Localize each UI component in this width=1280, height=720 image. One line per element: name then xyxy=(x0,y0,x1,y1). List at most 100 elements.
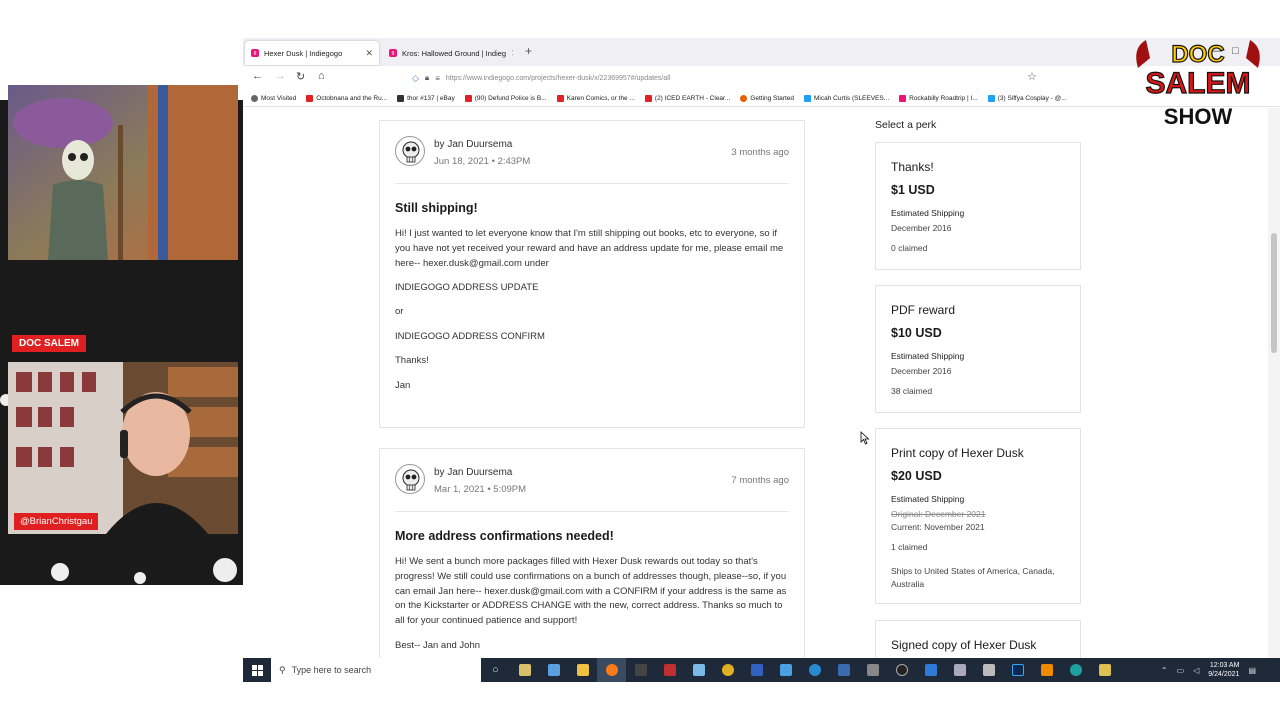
app-icon[interactable] xyxy=(858,658,887,682)
page-content: by Jan Duursema Jun 18, 2021 • 2:43PM 3 … xyxy=(243,108,1280,658)
ebay-icon xyxy=(397,94,405,102)
svg-text:DOC: DOC xyxy=(1171,41,1224,68)
vlc-icon[interactable] xyxy=(1032,658,1061,682)
bookmark-item[interactable]: (3) Siffya Cosplay - @... xyxy=(987,94,1067,102)
update-title[interactable]: Still shipping! xyxy=(395,201,478,215)
taskbar: ⚲ Type here to search ○ ⌃ ▭ ◁ 12:03 AM 9… xyxy=(243,658,1280,682)
edge-legacy-icon[interactable] xyxy=(539,658,568,682)
app-icon[interactable] xyxy=(829,658,858,682)
perk-title: Thanks! xyxy=(891,160,934,174)
search-icon: ⚲ xyxy=(279,664,286,675)
update-title[interactable]: More address confirmations needed! xyxy=(395,529,614,543)
network-icon[interactable]: ▭ xyxy=(1177,666,1185,675)
file-explorer-icon[interactable] xyxy=(568,658,597,682)
update-paragraph: INDIEGOGO ADDRESS UPDATE xyxy=(395,282,539,293)
app-icon[interactable] xyxy=(945,658,974,682)
webcam-feed xyxy=(8,362,238,534)
svg-text:SHOW: SHOW xyxy=(1164,104,1233,129)
obs-icon[interactable] xyxy=(887,658,916,682)
perk-card-print[interactable]: Print copy of Hexer Dusk $20 USD Estimat… xyxy=(875,428,1081,604)
avatar[interactable] xyxy=(395,136,425,166)
bookmark-item[interactable]: (90) Defund Police is B... xyxy=(464,94,547,102)
chrome-icon[interactable] xyxy=(713,658,742,682)
firefox-icon[interactable] xyxy=(597,658,626,682)
reload-icon[interactable]: ↻ xyxy=(296,70,305,83)
chevron-up-icon[interactable]: ⌃ xyxy=(1161,666,1168,675)
forward-icon[interactable]: → xyxy=(275,70,286,82)
notes-app-icon[interactable] xyxy=(684,658,713,682)
bookmark-item[interactable]: Octobnana and the Ru... xyxy=(306,94,387,102)
update-paragraph: Jan xyxy=(395,380,411,391)
indiegogo-icon: g xyxy=(251,49,259,57)
windows-start-icon[interactable] xyxy=(243,658,271,682)
update-paragraph: Best-- Jan and John xyxy=(395,640,481,651)
update-date: Jun 18, 2021 • 2:43PM xyxy=(434,156,531,167)
app-icon[interactable] xyxy=(771,658,800,682)
system-tray: ⌃ ▭ ◁ 12:03 AM 9/24/2021 ▤ xyxy=(1161,658,1256,682)
bookmark-item[interactable]: (2) ICED EARTH - Clear... xyxy=(644,94,730,102)
capture-app-icon[interactable] xyxy=(655,658,684,682)
back-icon[interactable]: ← xyxy=(252,70,263,82)
mail-icon[interactable] xyxy=(916,658,945,682)
update-author[interactable]: by Jan Duursema xyxy=(434,139,512,150)
search-placeholder: Type here to search xyxy=(291,665,372,675)
youtube-icon xyxy=(556,94,564,102)
tab-bar: g Hexer Dusk | Indiegogo ✕ g Kros: Hallo… xyxy=(243,38,1280,66)
bookmark-item[interactable]: Karen Comics, or the ... xyxy=(556,94,635,102)
youtube-icon xyxy=(644,94,652,102)
update-author[interactable]: by Jan Duursema xyxy=(434,467,512,478)
divider xyxy=(395,511,789,512)
url-bar[interactable]: ◇ 🔒︎ ≡ https://www.indiegogo.com/project… xyxy=(408,69,1048,87)
task-view-icon[interactable] xyxy=(510,658,539,682)
tab-kros[interactable]: g Kros: Hallowed Ground | Indieg ✕ xyxy=(383,41,513,65)
clock[interactable]: 12:03 AM 9/24/2021 xyxy=(1208,661,1239,679)
notifications-icon[interactable]: ▤ xyxy=(1248,666,1256,675)
edge-icon[interactable] xyxy=(1061,658,1090,682)
bookmark-item[interactable]: Micah Curtis (SLEEVES... xyxy=(804,94,889,102)
update-age: 7 months ago xyxy=(731,475,789,486)
new-tab-icon[interactable]: + xyxy=(525,44,532,58)
photoshop-icon[interactable] xyxy=(1003,658,1032,682)
update-paragraph: or xyxy=(395,306,404,317)
url-text: https://www.indiegogo.com/projects/hexer… xyxy=(445,74,671,82)
update-paragraph: Hi! We sent a bunch more packages filled… xyxy=(395,556,787,627)
close-tab-icon[interactable]: ✕ xyxy=(511,48,513,59)
shield-icon: ◇ xyxy=(412,72,419,83)
bookmark-star-icon[interactable]: ☆ xyxy=(1027,70,1037,83)
close-tab-icon[interactable]: ✕ xyxy=(365,48,373,59)
perk-claimed: 1 claimed xyxy=(891,542,928,552)
scrollbar[interactable] xyxy=(1268,108,1280,658)
app-icon[interactable] xyxy=(1090,658,1119,682)
cortana-icon[interactable]: ○ xyxy=(481,658,510,682)
handle-badge: @BrianChristgau xyxy=(14,513,99,530)
svg-text:SALEM: SALEM xyxy=(1146,67,1251,100)
clock-date: 9/24/2021 xyxy=(1208,671,1240,678)
perk-shipping-date: December 2016 xyxy=(891,366,952,376)
bookmark-item[interactable]: thor #137 | eBay xyxy=(397,94,455,102)
indiegogo-icon xyxy=(899,94,907,102)
skull-icon xyxy=(402,141,420,163)
app-icon[interactable] xyxy=(800,658,829,682)
update-paragraph: INDIEGOGO ADDRESS CONFIRM xyxy=(395,331,545,342)
volume-icon[interactable]: ◁ xyxy=(1193,666,1199,675)
scrollbar-thumb[interactable] xyxy=(1271,233,1277,353)
perk-card-signed[interactable]: Signed copy of Hexer Dusk xyxy=(875,620,1081,658)
bookmark-item[interactable]: Getting Started xyxy=(740,94,794,102)
youtube-icon xyxy=(464,94,472,102)
bookmark-item[interactable]: Rockabilly Roadtrip | I... xyxy=(899,94,978,102)
app-icon[interactable] xyxy=(974,658,1003,682)
app-icon[interactable] xyxy=(742,658,771,682)
home-icon[interactable]: ⌂ xyxy=(318,70,325,82)
taskbar-search-input[interactable]: ⚲ Type here to search xyxy=(271,658,481,682)
bookmarks-toolbar: Most Visited Octobnana and the Ru... tho… xyxy=(243,90,1280,107)
perk-current-shipping: Current: November 2021 xyxy=(891,522,985,532)
perk-card-pdf[interactable]: PDF reward $10 USD Estimated Shipping De… xyxy=(875,285,1081,413)
perk-card-thanks[interactable]: Thanks! $1 USD Estimated Shipping Decemb… xyxy=(875,142,1081,270)
perk-title: Signed copy of Hexer Dusk xyxy=(891,638,1037,652)
avatar[interactable] xyxy=(395,464,425,494)
doc-salem-show-logo: DOC SALEM SHOW xyxy=(1136,40,1260,129)
media-app-icon[interactable] xyxy=(626,658,655,682)
bookmark-item[interactable]: Most Visited xyxy=(251,94,296,102)
tab-hexer-dusk[interactable]: g Hexer Dusk | Indiegogo ✕ xyxy=(245,41,379,65)
update-card: by Jan Duursema Mar 1, 2021 • 5:09PM 7 m… xyxy=(379,448,805,658)
